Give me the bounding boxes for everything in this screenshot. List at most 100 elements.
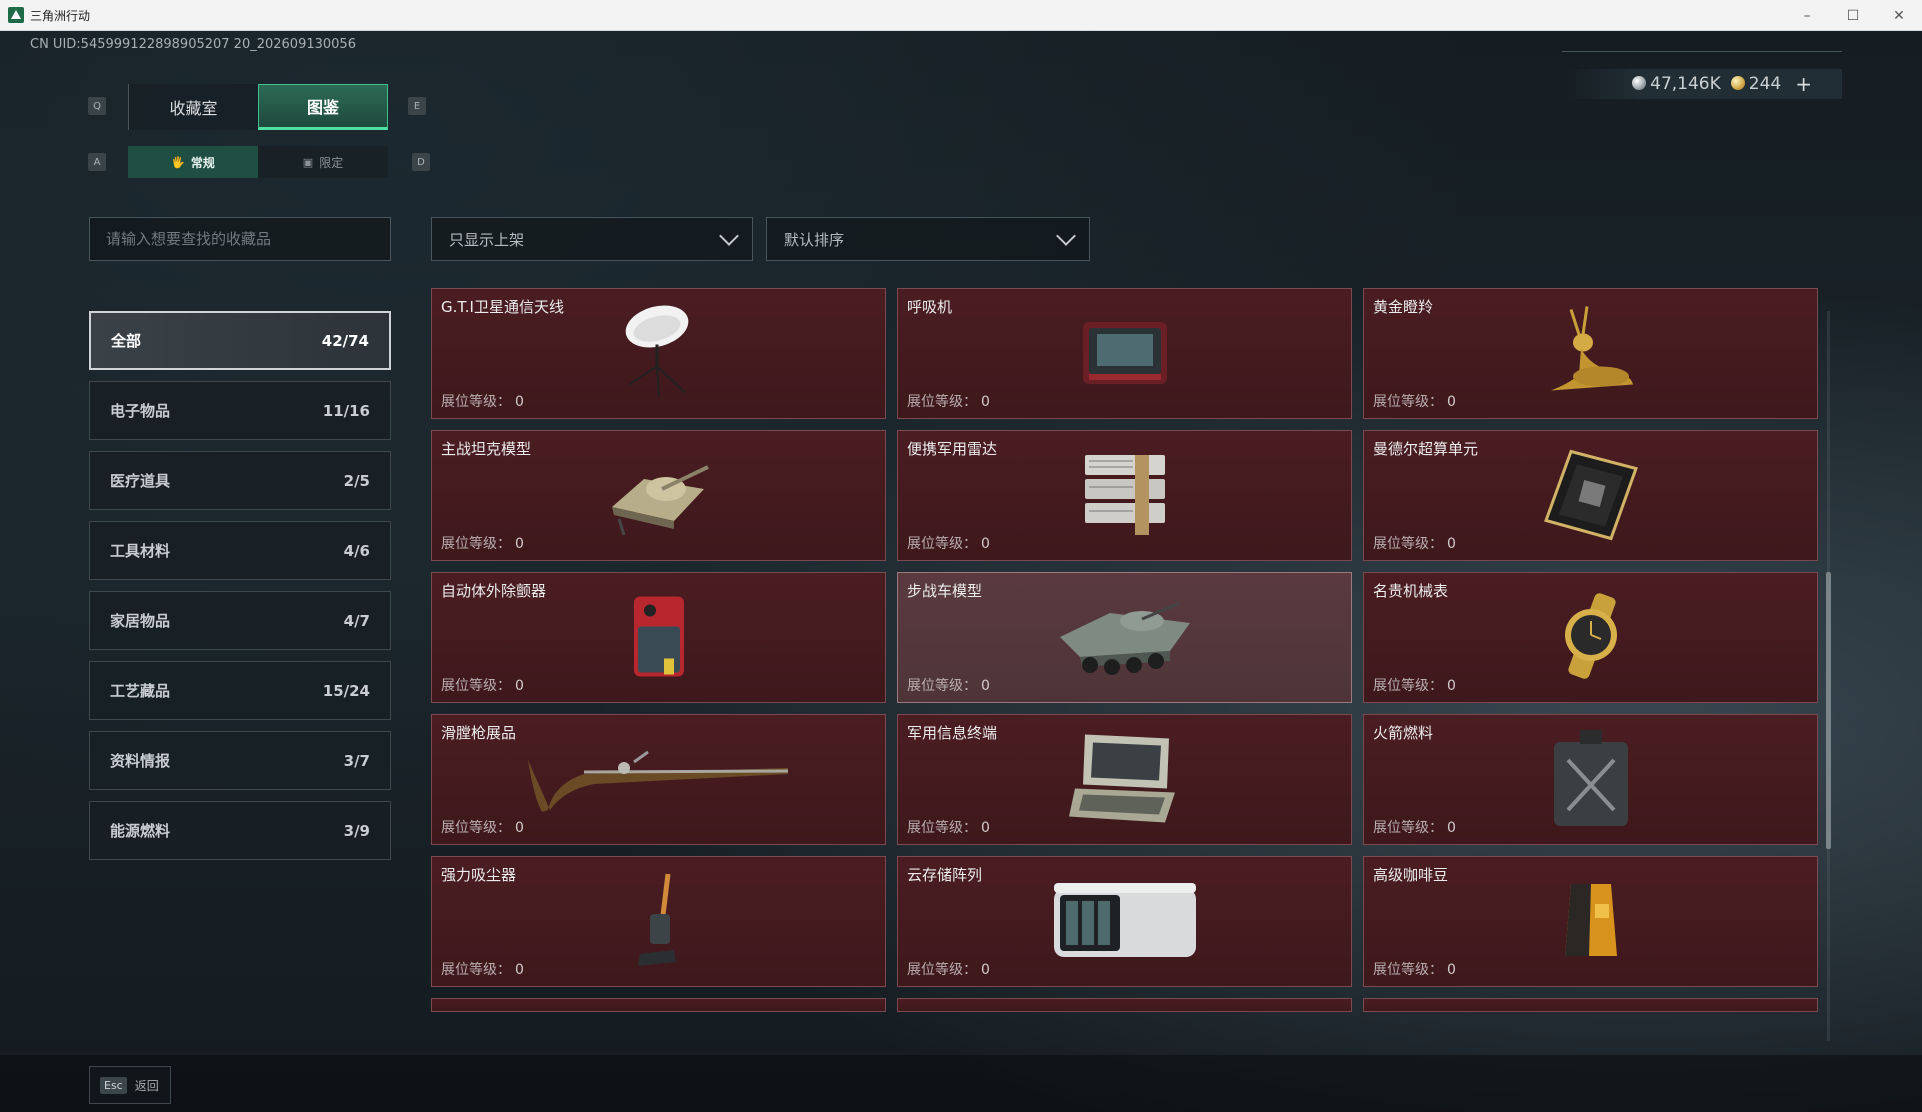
- chevron-down-icon: [719, 226, 739, 246]
- tab-catalog[interactable]: 图鉴: [258, 84, 388, 130]
- window-titlebar: 三角洲行动 – ☐ ✕: [0, 0, 1922, 31]
- category-tools[interactable]: 工具材料 4/6: [89, 521, 391, 580]
- tab-collection-room[interactable]: 收藏室: [128, 84, 258, 130]
- level-value: 0: [981, 678, 990, 694]
- subtab-regular[interactable]: 🖐 常规: [128, 146, 258, 178]
- item-card[interactable]: 强力吸尘器 展位等级： 0: [431, 856, 886, 987]
- level-value: 0: [515, 394, 524, 410]
- gold-coin-icon: [1730, 76, 1745, 90]
- item-level: 展位等级： 0: [907, 533, 990, 553]
- ifv-model-icon: [1050, 591, 1200, 685]
- image-icon: ▣: [302, 155, 314, 169]
- item-name: 曼德尔超算单元: [1373, 440, 1479, 458]
- level-value: 0: [981, 962, 990, 978]
- item-card[interactable]: [1363, 998, 1818, 1012]
- item-name: 火箭燃料: [1373, 724, 1434, 742]
- storage-array-icon: [1052, 875, 1198, 969]
- level-label: 展位等级：: [907, 820, 977, 836]
- game-screen: CN UID:545999122898905207 20_20260913005…: [0, 31, 1922, 1112]
- item-level: 展位等级： 0: [907, 959, 990, 979]
- item-card[interactable]: 呼吸机 展位等级： 0: [897, 288, 1352, 419]
- level-label: 展位等级：: [441, 962, 511, 978]
- category-electronics[interactable]: 电子物品 11/16: [89, 381, 391, 440]
- key-hint-e: E: [408, 97, 426, 115]
- item-card[interactable]: 步战车模型 展位等级： 0: [897, 572, 1352, 703]
- item-card[interactable]: 云存储阵列 展位等级： 0: [897, 856, 1352, 987]
- level-label: 展位等级：: [441, 678, 511, 694]
- esc-key-hint: Esc: [100, 1076, 127, 1094]
- level-label: 展位等级：: [907, 536, 977, 552]
- item-card[interactable]: 滑膛枪展品 展位等级： 0: [431, 714, 886, 845]
- category-household[interactable]: 家居物品 4/7: [89, 591, 391, 650]
- window-title: 三角洲行动: [30, 8, 91, 23]
- level-label: 展位等级：: [907, 394, 977, 410]
- item-card[interactable]: 黄金瞪羚 展位等级： 0: [1363, 288, 1818, 419]
- level-value: 0: [515, 678, 524, 694]
- level-value: 0: [1447, 962, 1456, 978]
- maximize-button[interactable]: ☐: [1830, 0, 1876, 31]
- subtab-regular-label: 常规: [190, 155, 215, 170]
- gold-balance: 244: [1730, 74, 1781, 94]
- item-card[interactable]: 自动体外除颤器 展位等级： 0: [431, 572, 886, 703]
- category-label: 能源燃料: [110, 822, 171, 840]
- item-card[interactable]: [431, 998, 886, 1012]
- item-name: 主战坦克模型: [441, 440, 532, 458]
- item-card[interactable]: 便携军用雷达 展位等级： 0: [897, 430, 1352, 561]
- level-label: 展位等级：: [1373, 394, 1443, 410]
- defibrillator-icon: [624, 588, 694, 687]
- close-button[interactable]: ✕: [1876, 0, 1922, 31]
- subtab-limited[interactable]: ▣ 限定: [258, 146, 388, 178]
- item-card[interactable]: 军用信息终端 展位等级： 0: [897, 714, 1352, 845]
- chevron-down-icon: [1056, 226, 1076, 246]
- category-label: 工具材料: [110, 542, 171, 560]
- item-level: 展位等级： 0: [441, 817, 524, 837]
- item-name: 呼吸机: [907, 298, 953, 316]
- subtab-limited-label: 限定: [319, 155, 344, 170]
- app-logo-icon: [8, 7, 24, 23]
- category-medical[interactable]: 医疗道具 2/5: [89, 451, 391, 510]
- category-intel[interactable]: 资料情报 3/7: [89, 731, 391, 790]
- sort-dropdown[interactable]: 默认排序: [766, 217, 1090, 261]
- add-currency-button[interactable]: +: [1795, 72, 1812, 96]
- item-name: 名贵机械表: [1373, 582, 1449, 600]
- level-value: 0: [515, 962, 524, 978]
- item-level: 展位等级： 0: [1373, 533, 1456, 553]
- category-all[interactable]: 全部 42/74: [89, 311, 391, 370]
- coffee-bag-icon: [1561, 880, 1621, 964]
- item-card[interactable]: 曼德尔超算单元 展位等级： 0: [1363, 430, 1818, 561]
- item-card[interactable]: G.T.I卫星通信天线 展位等级： 0: [431, 288, 886, 419]
- item-card[interactable]: 高级咖啡豆 展位等级： 0: [1363, 856, 1818, 987]
- level-label: 展位等级：: [1373, 678, 1443, 694]
- item-name: 自动体外除颤器: [441, 582, 547, 600]
- musket-icon: [524, 738, 794, 822]
- category-crafts[interactable]: 工艺藏品 15/24: [89, 661, 391, 720]
- category-count: 3/7: [343, 751, 370, 770]
- window-controls: – ☐ ✕: [1784, 0, 1922, 31]
- watch-icon: [1551, 591, 1631, 685]
- bottom-bar: [0, 1055, 1922, 1112]
- collection-grid: G.T.I卫星通信天线 展位等级： 0 呼吸机 展位等级： 0 黄金瞪羚 展位等级：…: [431, 288, 1821, 1043]
- item-name: G.T.I卫星通信天线: [441, 298, 564, 316]
- item-card[interactable]: [897, 998, 1352, 1012]
- category-count: 42/74: [321, 331, 369, 350]
- scrollbar-thumb[interactable]: [1826, 572, 1831, 849]
- computing-unit-icon: [1541, 446, 1641, 545]
- item-level: 展位等级： 0: [1373, 391, 1456, 411]
- item-card[interactable]: 主战坦克模型 展位等级： 0: [431, 430, 886, 561]
- category-energy[interactable]: 能源燃料 3/9: [89, 801, 391, 860]
- back-label: 返回: [134, 1078, 159, 1093]
- level-value: 0: [981, 820, 990, 836]
- level-label: 展位等级：: [441, 820, 511, 836]
- level-value: 0: [515, 536, 524, 552]
- shelf-filter-dropdown[interactable]: 只显示上架: [431, 217, 753, 261]
- back-button[interactable]: Esc 返回: [89, 1066, 171, 1104]
- item-level: 展位等级： 0: [441, 959, 524, 979]
- level-label: 展位等级：: [907, 962, 977, 978]
- item-card[interactable]: 名贵机械表 展位等级： 0: [1363, 572, 1818, 703]
- item-card[interactable]: 火箭燃料 展位等级： 0: [1363, 714, 1818, 845]
- minimize-button[interactable]: –: [1784, 0, 1830, 31]
- level-label: 展位等级：: [441, 536, 511, 552]
- search-input[interactable]: [106, 230, 376, 248]
- item-level: 展位等级： 0: [441, 391, 524, 411]
- radar-icon: [1077, 449, 1173, 543]
